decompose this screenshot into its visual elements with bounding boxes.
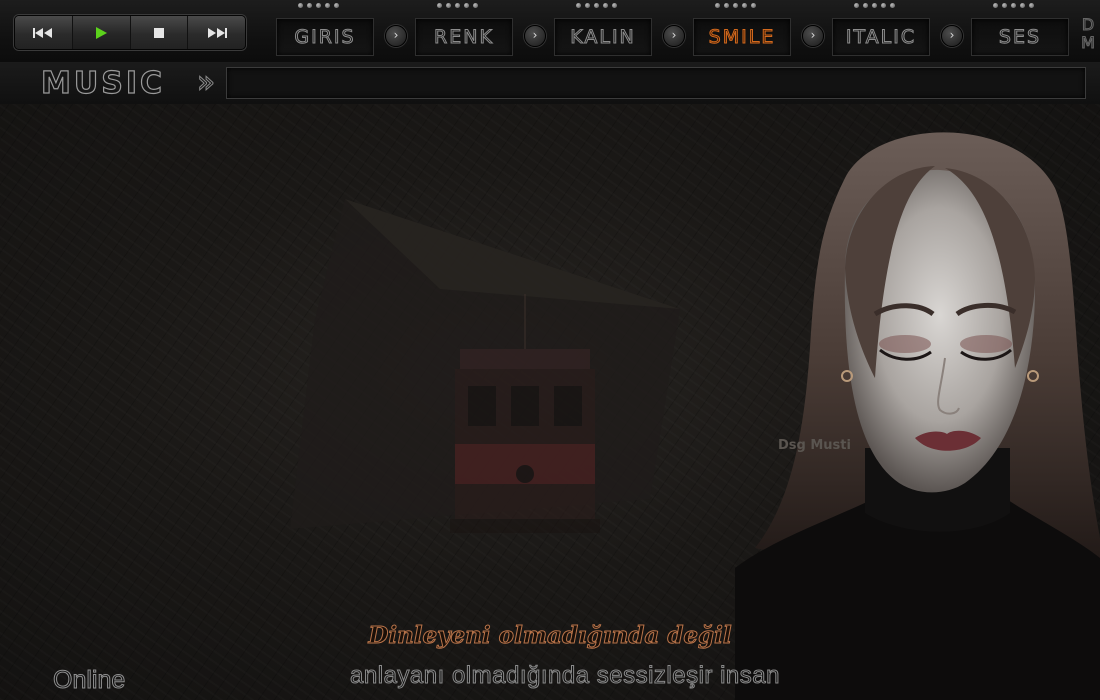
play-button[interactable] — [72, 16, 131, 49]
next-button[interactable] — [188, 16, 245, 49]
transport-controls — [14, 15, 246, 50]
tab-kalin: KALIN › — [554, 0, 685, 62]
tab-italic: ITALIC › — [832, 0, 963, 62]
chevron-right-icon[interactable]: › — [385, 25, 407, 47]
skip-back-icon — [33, 27, 53, 38]
chevron-right-icon[interactable]: › — [663, 25, 685, 47]
quote-line-2: anlayanı olmadığında sessizleşir insan — [350, 662, 780, 690]
indicator-dots — [437, 3, 478, 9]
indicator-dots — [993, 3, 1034, 9]
tab-kalin-button[interactable]: KALIN — [554, 18, 652, 56]
tab-italic-button[interactable]: ITALIC — [832, 18, 930, 56]
stop-icon — [153, 27, 164, 38]
chevron-right-icon[interactable]: › — [524, 25, 546, 47]
top-toolbar: GIRIS › RENK › KALIN › SMILE › ITALIC › … — [0, 0, 1100, 63]
stop-button[interactable] — [130, 16, 189, 49]
previous-button[interactable] — [15, 16, 73, 49]
music-player-field[interactable] — [226, 67, 1086, 99]
chevron-right-icon[interactable]: › — [802, 25, 824, 47]
tab-smile: SMILE › — [693, 0, 824, 62]
play-icon — [96, 26, 108, 39]
indicator-dots — [576, 3, 617, 9]
tab-renk-button[interactable]: RENK — [415, 18, 513, 56]
music-label: MUSIC — [40, 65, 165, 101]
quote-line-1: Dinleyeni olmadığında değil — [368, 622, 732, 650]
watermark-text: Dsg Musti — [778, 438, 851, 453]
indicator-dots — [715, 3, 756, 9]
chevron-right-icon[interactable]: › — [941, 25, 963, 47]
indicator-dots — [854, 3, 895, 9]
tab-smile-button[interactable]: SMILE — [693, 18, 791, 56]
woman-portrait-image — [735, 132, 1100, 700]
skip-forward-icon — [207, 27, 227, 38]
tab-ses: SES — [971, 0, 1071, 62]
double-chevron-icon: » — [196, 65, 216, 100]
corner-letters: D M — [1081, 15, 1096, 52]
indicator-dots — [298, 3, 339, 9]
music-bar: MUSIC » — [0, 62, 1100, 105]
content-stage: Dsg Musti Dinleyeni olmadığında değil an… — [0, 104, 1100, 700]
tab-renk: RENK › — [415, 0, 546, 62]
online-status: Online — [52, 666, 126, 695]
tab-giris: GIRIS › — [276, 0, 407, 62]
tab-giris-button[interactable]: GIRIS — [276, 18, 374, 56]
tram-illustration — [450, 294, 600, 533]
tab-ses-button[interactable]: SES — [971, 18, 1069, 56]
